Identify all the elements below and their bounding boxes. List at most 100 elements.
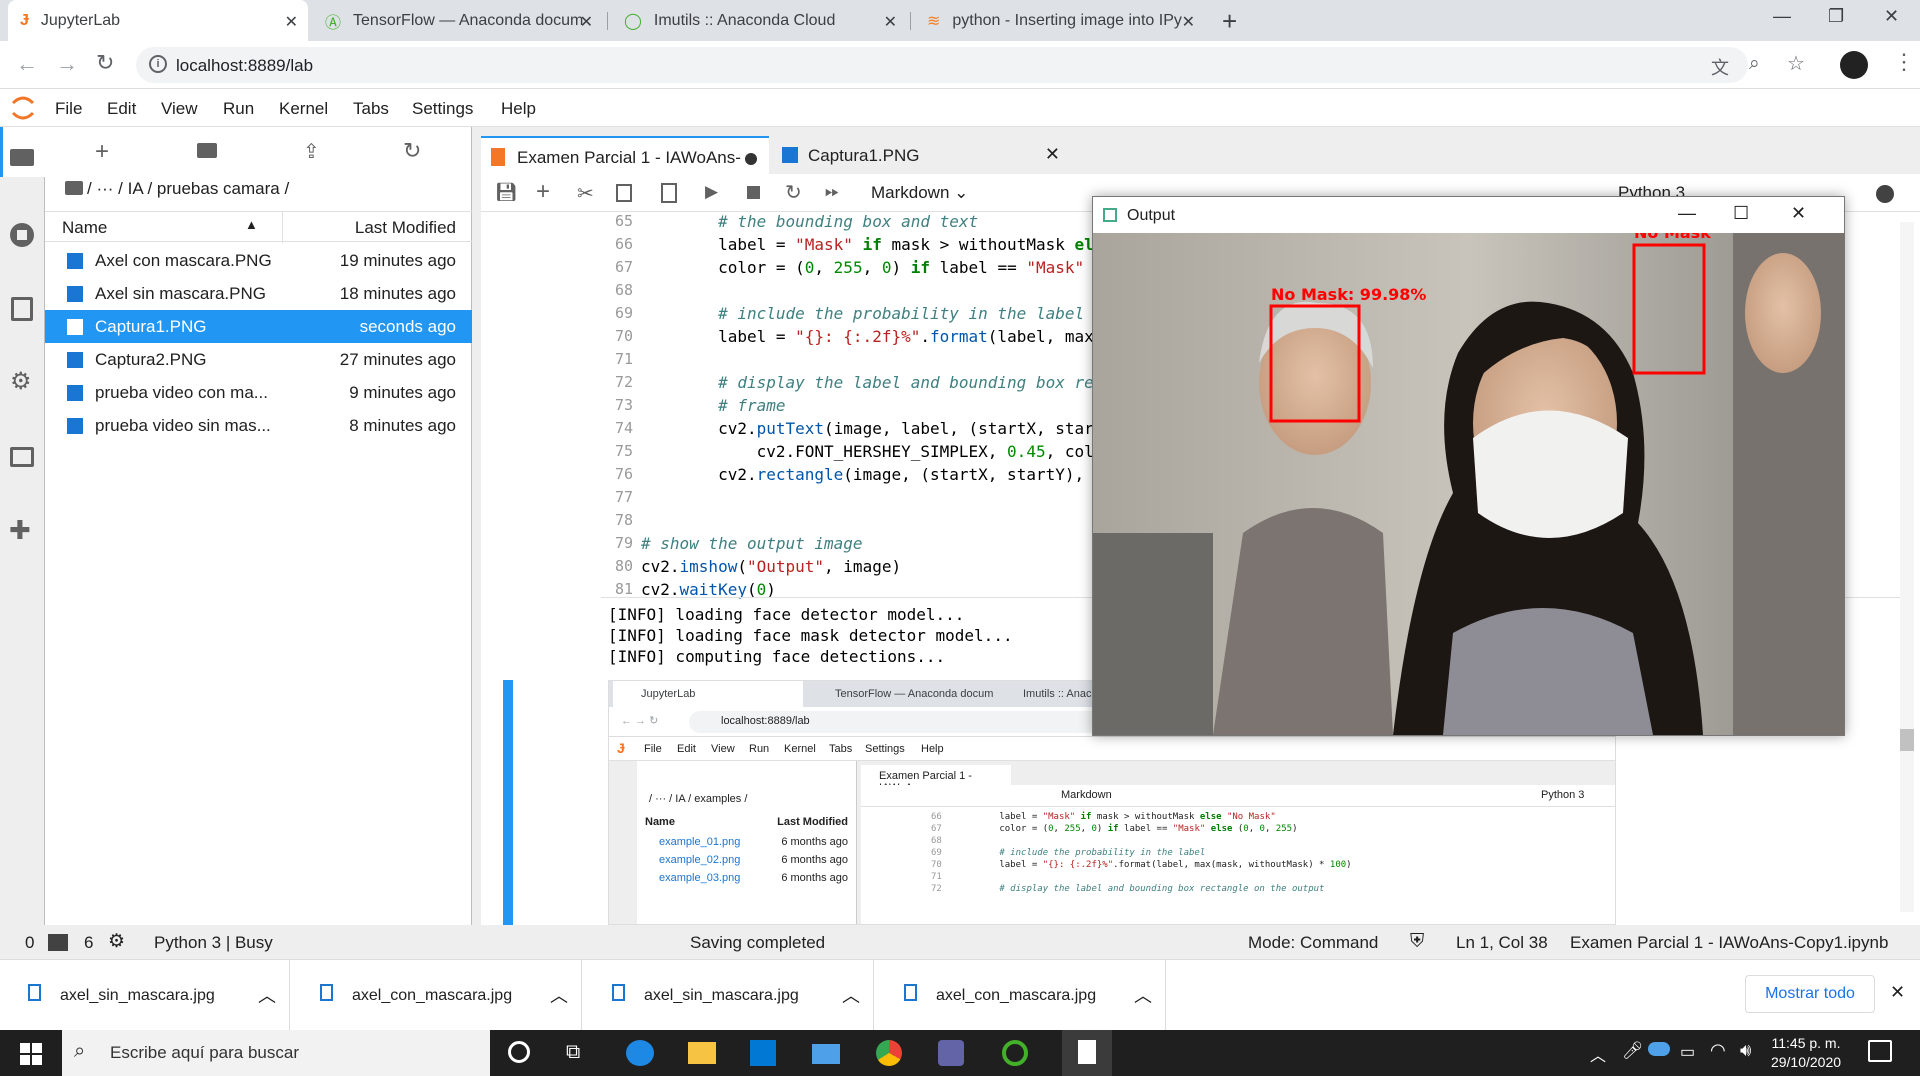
new-folder-icon[interactable]	[197, 143, 217, 158]
show-all-button[interactable]: Mostrar todo	[1745, 975, 1875, 1013]
windows-start-icon[interactable]	[20, 1043, 42, 1065]
store-icon[interactable]	[750, 1040, 776, 1066]
address-bar[interactable]: i localhost:8889/lab 文 ⌕ ☆	[136, 47, 1805, 83]
menu-settings[interactable]: Settings	[412, 99, 473, 119]
unsaved-dot-icon[interactable]	[745, 153, 757, 165]
back-icon[interactable]: ←	[16, 51, 38, 77]
chrome-menu-icon[interactable]: ⋮	[1893, 49, 1915, 75]
taskbar-search-box[interactable]: ⌕ Escribe aquí para buscar	[62, 1030, 490, 1076]
minimize-icon[interactable]: —	[1678, 203, 1696, 224]
mail-icon[interactable]	[812, 1044, 840, 1064]
close-icon[interactable]: ✕	[1045, 144, 1060, 165]
menu-view[interactable]: View	[161, 99, 198, 119]
tab-image[interactable]: Captura1.PNG ✕	[772, 136, 1072, 174]
taskbar-clock[interactable]: 11:45 p. m. 29/10/2020	[1770, 1034, 1842, 1072]
restart-icon[interactable]: ↻	[785, 180, 802, 205]
bookmark-star-icon[interactable]: ☆	[1787, 51, 1805, 76]
mode-status[interactable]: Mode: Command	[1248, 933, 1378, 953]
download-item[interactable]: axel_sin_mascara.jpg ︿	[584, 960, 874, 1031]
task-view-icon[interactable]: ⧉	[566, 1041, 580, 1064]
file-row[interactable]: Axel sin mascara.PNG 18 minutes ago	[45, 277, 472, 310]
teams-icon[interactable]	[938, 1040, 964, 1066]
menu-kernel[interactable]: Kernel	[279, 99, 328, 119]
edge-icon[interactable]	[626, 1040, 654, 1066]
stop-icon[interactable]	[747, 186, 760, 199]
output-window-titlebar[interactable]: Output — ☐ ✕	[1093, 197, 1844, 233]
column-modified-header[interactable]: Last Modified	[355, 218, 456, 238]
chevron-up-icon[interactable]: ︿	[1134, 982, 1152, 1008]
notifications-icon[interactable]	[1868, 1040, 1892, 1062]
browser-tab-jupyterlab[interactable]: Ɉ JupyterLab ✕	[8, 0, 308, 41]
running-sessions-icon[interactable]	[10, 223, 34, 247]
close-icon[interactable]: ✕	[285, 12, 298, 32]
tab-notebook[interactable]: Examen Parcial 1 - IAWoAns-	[481, 136, 769, 174]
upload-icon[interactable]: ⇪	[303, 139, 320, 164]
chevron-up-icon[interactable]: ︿	[550, 982, 568, 1008]
cut-icon[interactable]: ✂	[577, 181, 594, 206]
translate-icon[interactable]: 文	[1711, 54, 1729, 80]
close-icon[interactable]: ✕	[1182, 12, 1195, 32]
onedrive-icon[interactable]	[1648, 1042, 1670, 1056]
menu-tabs[interactable]: Tabs	[353, 99, 389, 119]
file-row[interactable]: Captura1.PNG seconds ago	[45, 310, 472, 343]
microphone-icon[interactable]: 🎤︎	[1622, 1041, 1644, 1061]
close-icon[interactable]: ✕	[884, 12, 897, 32]
wifi-icon[interactable]: ◠	[1710, 1040, 1726, 1061]
tabs-icon[interactable]	[10, 447, 34, 467]
chevron-up-icon[interactable]: ︿	[1590, 1042, 1606, 1066]
commands-icon[interactable]	[11, 297, 33, 321]
notebook-scrollbar[interactable]	[1900, 222, 1914, 912]
taskbar-active-app[interactable]	[1062, 1030, 1112, 1076]
menu-run[interactable]: Run	[223, 99, 254, 119]
forward-icon[interactable]: →	[56, 51, 78, 77]
anaconda-icon[interactable]	[1002, 1040, 1028, 1066]
shield-icon[interactable]: ⛨	[1410, 931, 1424, 953]
download-item[interactable]: axel_con_mascara.jpg ︿	[292, 960, 582, 1031]
insert-cell-icon[interactable]: +	[536, 178, 550, 206]
file-row[interactable]: prueba video sin mas... 8 minutes ago	[45, 409, 472, 442]
menu-edit[interactable]: Edit	[107, 99, 136, 119]
extension-puzzle-icon[interactable]: ✚	[9, 515, 31, 546]
download-item[interactable]: axel_sin_mascara.jpg ︿	[0, 960, 290, 1031]
property-inspector-icon[interactable]: ⚙	[10, 367, 32, 396]
close-icon[interactable]: ✕	[1791, 203, 1806, 224]
menu-help[interactable]: Help	[501, 99, 536, 119]
sort-ascending-icon[interactable]: ▲	[245, 217, 258, 232]
copy-icon[interactable]	[616, 184, 632, 202]
close-icon[interactable]: ✕	[1890, 982, 1905, 1003]
kernel-status[interactable]: Python 3 | Busy	[154, 933, 273, 953]
chrome-icon[interactable]	[876, 1040, 902, 1066]
gear-icon[interactable]: ⚙	[108, 930, 125, 953]
file-row[interactable]: prueba video con ma... 9 minutes ago	[45, 376, 472, 409]
chevron-up-icon[interactable]: ︿	[842, 982, 860, 1008]
new-tab-icon[interactable]: +	[1222, 6, 1237, 37]
new-launcher-icon[interactable]: +	[95, 138, 109, 166]
file-explorer-icon[interactable]	[688, 1042, 716, 1064]
maximize-icon[interactable]: ☐	[1733, 203, 1749, 224]
browser-tab-imutils[interactable]: ◯ Imutils :: Anaconda Cloud ✕	[612, 0, 907, 41]
fast-forward-icon[interactable]: ⏩︎	[825, 181, 839, 202]
browser-tab-stackoverflow[interactable]: ≋ python - Inserting image into IPython …	[915, 0, 1205, 41]
maximize-icon[interactable]: ❐	[1828, 6, 1844, 27]
refresh-icon[interactable]: ↻	[403, 138, 421, 164]
cortana-icon[interactable]	[508, 1041, 530, 1063]
cursor-position[interactable]: Ln 1, Col 38	[1456, 933, 1548, 953]
reload-icon[interactable]: ↻	[96, 50, 114, 76]
file-row[interactable]: Axel con mascara.PNG 19 minutes ago	[45, 244, 472, 277]
minimize-icon[interactable]: —	[1773, 6, 1791, 27]
volume-icon[interactable]: 🔊︎	[1740, 1040, 1751, 1061]
download-item[interactable]: axel_con_mascara.jpg ︿	[876, 960, 1166, 1031]
output-window[interactable]: Output — ☐ ✕ No Mask: 99.98%	[1092, 196, 1845, 736]
cell-type-select[interactable]: Markdown ⌄	[871, 183, 968, 203]
save-icon[interactable]: 💾︎	[495, 182, 518, 203]
battery-icon[interactable]: ▭	[1680, 1042, 1695, 1062]
run-icon[interactable]: ▶	[705, 182, 718, 202]
info-icon[interactable]: i	[149, 55, 167, 73]
scrollbar-thumb[interactable]	[1900, 729, 1914, 751]
terminal-icon[interactable]	[48, 934, 68, 951]
close-window-icon[interactable]: ✕	[1884, 6, 1899, 27]
zoom-icon[interactable]: ⌕	[1749, 53, 1760, 75]
breadcrumb[interactable]: / ··· / IA / pruebas camara /	[65, 179, 289, 199]
close-icon[interactable]: ✕	[580, 12, 593, 32]
column-name-header[interactable]: Name	[62, 218, 107, 238]
